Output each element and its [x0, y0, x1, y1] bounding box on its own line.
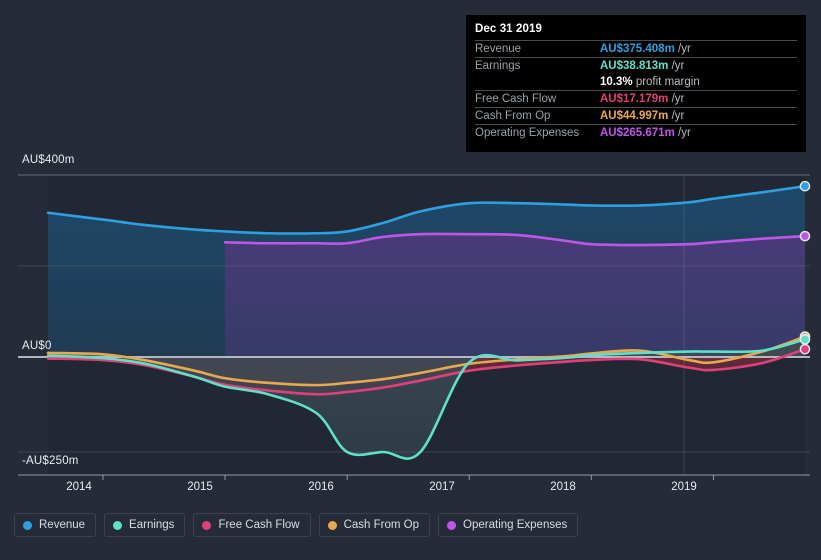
- tooltip-unit-cash-from-op: /yr: [671, 110, 685, 122]
- legend-dot-free-cash-flow: [202, 520, 212, 530]
- x-axis-label-2018: 2018: [550, 481, 576, 493]
- tooltip-row-operating-expenses: Operating Expenses AU$265.671m /yr: [475, 124, 797, 141]
- tooltip-row-revenue: Revenue AU$375.408m /yr: [475, 40, 797, 58]
- tooltip-value-operating-expenses: AU$265.671m: [600, 127, 675, 139]
- tooltip-unit-profit-margin: profit margin: [635, 76, 700, 88]
- tooltip-date: Dec 31 2019: [475, 23, 542, 35]
- legend-label-revenue: Revenue: [39, 519, 86, 531]
- y-axis-label-top: AU$400m: [22, 154, 75, 166]
- tooltip-value-revenue: AU$375.408m: [600, 43, 675, 55]
- tooltip-unit-free-cash-flow: /yr: [671, 93, 685, 105]
- data-tooltip: Dec 31 2019 Revenue AU$375.408m /yr Earn…: [466, 15, 806, 152]
- legend-item-free-cash-flow[interactable]: Free Cash Flow: [193, 513, 311, 537]
- legend-item-earnings[interactable]: Earnings: [104, 513, 186, 537]
- legend-dot-earnings: [113, 520, 123, 530]
- legend-label-earnings: Earnings: [129, 519, 175, 531]
- financial-area-chart: AU$400m AU$0 -AU$250m 2014 2015 2016 201…: [0, 0, 821, 560]
- legend-label-cash-from-op: Cash From Op: [343, 519, 420, 531]
- y-axis-label-bottom: -AU$250m: [22, 455, 79, 467]
- tooltip-value-profit-margin: 10.3%: [600, 76, 633, 88]
- tooltip-label-revenue: Revenue: [475, 40, 600, 58]
- tooltip-value-earnings: AU$38.813m: [600, 60, 669, 72]
- tooltip-row-free-cash-flow: Free Cash Flow AU$17.179m /yr: [475, 90, 797, 108]
- tooltip-row-earnings: Earnings AU$38.813m /yr: [475, 57, 797, 74]
- x-axis-label-2015: 2015: [187, 481, 213, 493]
- x-axis-label-2017: 2017: [429, 481, 455, 493]
- legend-label-free-cash-flow: Free Cash Flow: [218, 519, 300, 531]
- chart-legend: Revenue Earnings Free Cash Flow Cash Fro…: [14, 513, 579, 537]
- tooltip-value-cash-from-op: AU$44.997m: [600, 110, 669, 122]
- tooltip-label-earnings: Earnings: [475, 57, 600, 74]
- legend-label-operating-expenses: Operating Expenses: [463, 519, 568, 531]
- legend-item-revenue[interactable]: Revenue: [14, 513, 97, 537]
- x-axis-label-2016: 2016: [308, 481, 334, 493]
- legend-dot-operating-expenses: [447, 520, 457, 530]
- tooltip-unit-operating-expenses: /yr: [678, 127, 691, 139]
- tooltip-label-free-cash-flow: Free Cash Flow: [475, 90, 600, 108]
- tooltip-row-profit-margin: 10.3% profit margin: [475, 74, 797, 91]
- tooltip-unit-revenue: /yr: [678, 43, 691, 55]
- y-axis-label-zero: AU$0: [22, 340, 52, 352]
- tooltip-label-profit-margin: [475, 74, 600, 91]
- legend-dot-cash-from-op: [327, 520, 337, 530]
- tooltip-unit-earnings: /yr: [671, 60, 685, 72]
- tooltip-value-free-cash-flow: AU$17.179m: [600, 93, 669, 105]
- legend-item-cash-from-op[interactable]: Cash From Op: [318, 513, 431, 537]
- tooltip-label-operating-expenses: Operating Expenses: [475, 124, 600, 141]
- tooltip-table: Revenue AU$375.408m /yr Earnings AU$38.8…: [475, 40, 797, 141]
- x-axis-label-2014: 2014: [66, 481, 92, 493]
- x-axis-label-2019: 2019: [671, 481, 697, 493]
- legend-dot-revenue: [23, 520, 32, 530]
- tooltip-row-cash-from-op: Cash From Op AU$44.997m /yr: [475, 107, 797, 125]
- legend-item-operating-expenses[interactable]: Operating Expenses: [438, 513, 579, 537]
- tooltip-label-cash-from-op: Cash From Op: [475, 107, 600, 125]
